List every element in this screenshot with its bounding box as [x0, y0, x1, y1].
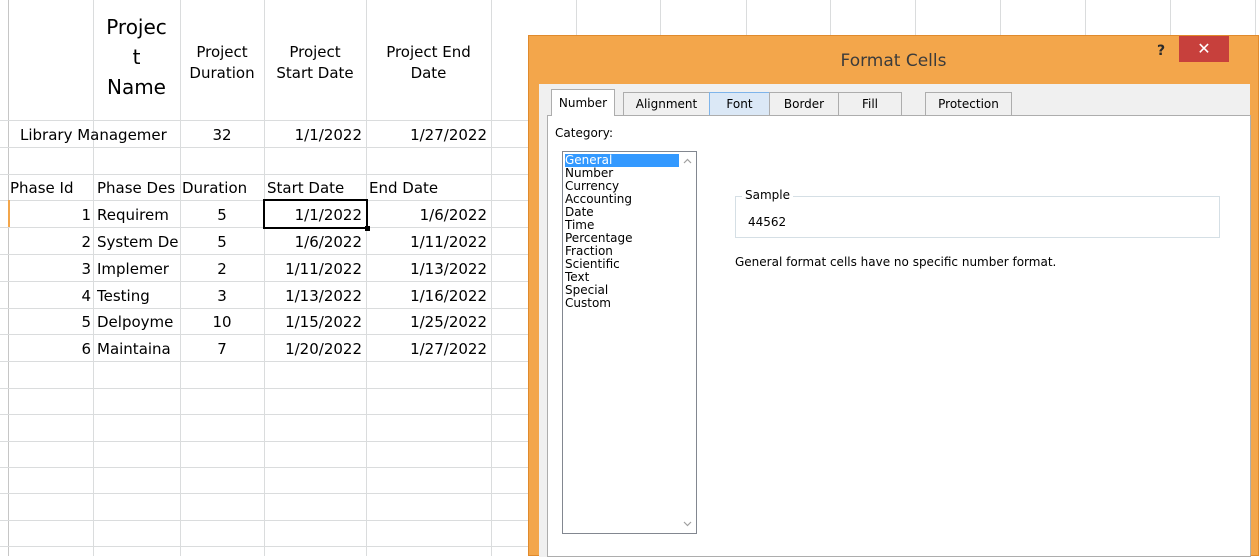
sample-groupbox [735, 196, 1220, 238]
dialog-title-bar[interactable]: Format Cells ? ✕ [529, 36, 1258, 84]
phase-end-cell[interactable]: 1/16/2022 [366, 287, 487, 305]
phase-end-cell[interactable]: 1/11/2022 [366, 233, 487, 251]
close-button[interactable]: ✕ [1179, 36, 1229, 62]
category-scrollbar[interactable] [679, 152, 696, 533]
dialog-body: Number Alignment Font Border Fill Protec… [539, 84, 1251, 557]
sample-label: Sample [742, 188, 793, 202]
category-label: Category: [555, 126, 613, 140]
header-project-duration[interactable]: Project Duration [180, 42, 264, 84]
header-project-end-date[interactable]: Project End Date [366, 42, 491, 84]
active-cell-selection[interactable] [263, 199, 368, 229]
phase-duration-cell[interactable]: 3 [180, 287, 264, 305]
active-row-indicator [8, 200, 10, 227]
project-duration-cell[interactable]: 32 [180, 126, 264, 144]
header-project-start-date[interactable]: Project Start Date [264, 42, 366, 84]
phase-duration-cell[interactable]: 5 [180, 233, 264, 251]
chevron-up-icon[interactable] [683, 157, 692, 166]
phase-start-header[interactable]: Start Date [267, 179, 344, 197]
phase-desc-cell[interactable]: Requirem [97, 206, 179, 224]
phase-id-cell[interactable]: 3 [0, 260, 91, 278]
category-list[interactable]: General Number Currency Accounting Date … [562, 151, 697, 534]
chevron-down-icon[interactable] [683, 519, 692, 528]
phase-desc-cell[interactable]: System De [97, 233, 179, 251]
fill-handle[interactable] [365, 226, 370, 231]
phase-duration-cell[interactable]: 2 [180, 260, 264, 278]
phase-end-cell[interactable]: 1/27/2022 [366, 340, 487, 358]
phase-id-cell[interactable]: 4 [0, 287, 91, 305]
phase-id-cell[interactable]: 5 [0, 313, 91, 331]
phase-start-cell[interactable]: 1/20/2022 [264, 340, 362, 358]
tab-number[interactable]: Number [551, 89, 615, 116]
phase-end-cell[interactable]: 1/13/2022 [366, 260, 487, 278]
tab-fill[interactable]: Fill [838, 92, 902, 115]
phase-id-cell[interactable]: 6 [0, 340, 91, 358]
phase-duration-header[interactable]: Duration [182, 179, 247, 197]
help-icon[interactable]: ? [1157, 43, 1165, 59]
phase-duration-cell[interactable]: 10 [180, 313, 264, 331]
phase-start-cell[interactable]: 1/15/2022 [264, 313, 362, 331]
header-project-name[interactable]: Projec t Name [93, 12, 180, 102]
phase-duration-cell[interactable]: 7 [180, 340, 264, 358]
sample-value: 44562 [748, 215, 787, 229]
format-cells-dialog: Format Cells ? ✕ Number Alignment Font B… [528, 35, 1259, 557]
phase-desc-cell[interactable]: Maintaina [97, 340, 179, 358]
phase-end-header[interactable]: End Date [369, 179, 438, 197]
project-start-cell[interactable]: 1/1/2022 [264, 126, 362, 144]
phase-start-cell[interactable]: 1/11/2022 [264, 260, 362, 278]
phase-desc-cell[interactable]: Implemer [97, 260, 179, 278]
dialog-title: Format Cells [840, 51, 947, 71]
phase-desc-header[interactable]: Phase Des [97, 179, 180, 197]
phase-desc-cell[interactable]: Testing [97, 287, 179, 305]
tab-font[interactable]: Font [709, 92, 770, 115]
phase-duration-cell[interactable]: 5 [180, 206, 264, 224]
phase-end-cell[interactable]: 1/6/2022 [366, 206, 487, 224]
category-item-custom[interactable]: Custom [565, 297, 695, 310]
phase-id-header[interactable]: Phase Id [10, 179, 74, 197]
tab-protection[interactable]: Protection [925, 92, 1012, 115]
phase-start-cell[interactable]: 1/13/2022 [264, 287, 362, 305]
project-end-cell[interactable]: 1/27/2022 [366, 126, 487, 144]
phase-id-cell[interactable]: 2 [0, 233, 91, 251]
phase-id-cell[interactable]: 1 [0, 206, 91, 224]
project-name-cell[interactable]: Library Managemer [20, 126, 167, 144]
phase-desc-cell[interactable]: Delpoyme [97, 313, 179, 331]
tab-alignment[interactable]: Alignment [623, 92, 710, 115]
format-description: General format cells have no specific nu… [735, 255, 1057, 269]
tab-border[interactable]: Border [769, 92, 839, 115]
phase-end-cell[interactable]: 1/25/2022 [366, 313, 487, 331]
phase-start-cell[interactable]: 1/6/2022 [264, 233, 362, 251]
